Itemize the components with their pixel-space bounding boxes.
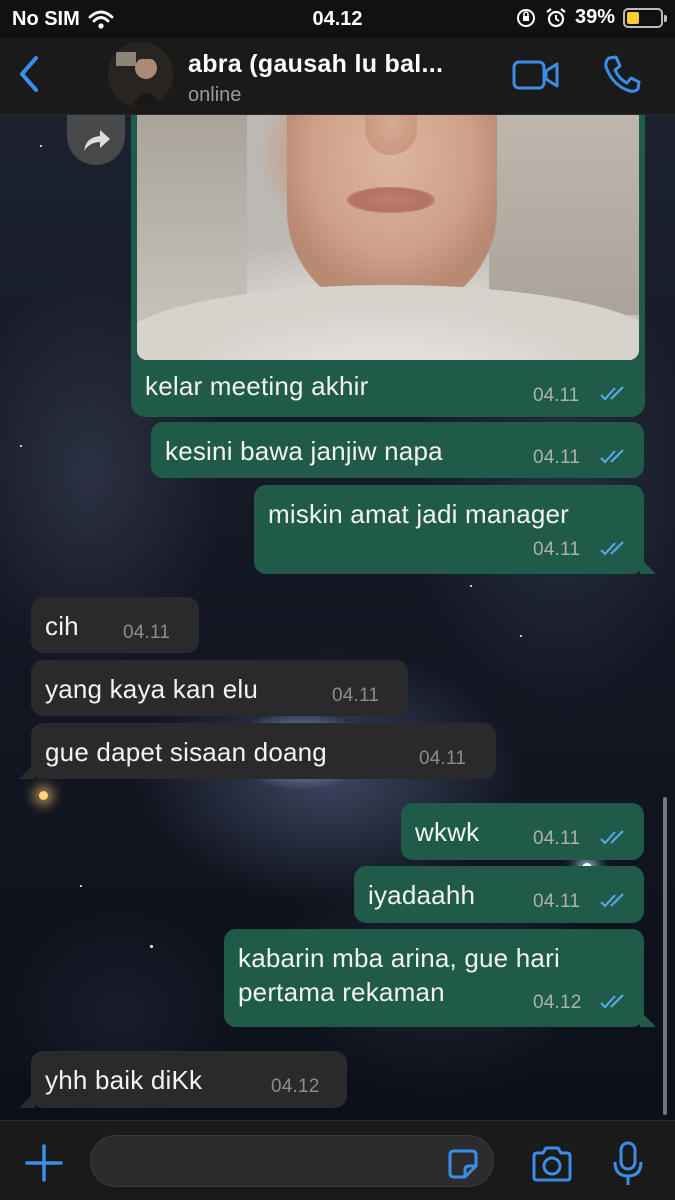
battery-fill: [627, 11, 640, 24]
photo-lips: [347, 187, 435, 213]
message-time: 04.12: [271, 1076, 320, 1097]
double-check-icon: [600, 994, 624, 1009]
outgoing-message[interactable]: kabarin mba arina, gue hari pertama reka…: [224, 929, 656, 1027]
message-composer: [0, 1120, 675, 1200]
wallpaper-star: [40, 145, 42, 147]
avatar[interactable]: [108, 42, 173, 107]
message-text: yang kaya kan elu: [45, 674, 258, 704]
contact-name[interactable]: abra (gausah lu bal...: [188, 50, 443, 79]
contact-status: online: [188, 84, 242, 106]
alarm-icon: [546, 7, 566, 27]
double-check-icon: [600, 541, 624, 556]
wallpaper-star: [20, 445, 22, 447]
status-bar: No SIM 04.12 39%: [0, 0, 675, 38]
battery-nub: [664, 14, 667, 22]
chat-scrollbar[interactable]: [663, 797, 667, 1115]
message-time: 04.11: [419, 748, 467, 769]
wallpaper-star: [520, 635, 522, 637]
avatar-image: [108, 42, 173, 107]
incoming-message[interactable]: gue dapet sisaan doang 04.11: [19, 723, 496, 779]
photo-message[interactable]: kelar meeting akhir 04.11: [131, 115, 645, 417]
message-time: 04.11: [123, 622, 171, 643]
forward-arrow-icon: [84, 130, 110, 151]
camera-icon[interactable]: [530, 1145, 574, 1183]
message-time: 04.11: [533, 447, 581, 468]
battery-percent: 39%: [574, 6, 615, 28]
microphone-icon[interactable]: [612, 1141, 644, 1187]
message-text: wkwk: [415, 817, 480, 847]
video-call-icon[interactable]: [512, 58, 560, 92]
message-time: 04.11: [533, 891, 581, 912]
message-text: miskin amat jadi manager: [268, 499, 570, 529]
outgoing-message[interactable]: kesini bawa janjiw napa 04.11: [151, 422, 644, 478]
message-time: 04.11: [533, 385, 580, 406]
photo-background: [137, 115, 247, 325]
wallpaper-star: [80, 885, 82, 887]
wallpaper-star: [150, 945, 153, 948]
message-text: iyadaahh: [368, 880, 476, 910]
message-time: 04.11: [533, 828, 581, 849]
battery-icon: [623, 7, 667, 28]
incoming-message[interactable]: yang kaya kan elu 04.11: [31, 660, 408, 716]
message-text: kesini bawa janjiw napa: [165, 436, 443, 466]
message-time: 04.12: [533, 992, 582, 1013]
status-bar-right: 39%: [515, 6, 667, 29]
message-text: cih: [45, 611, 79, 641]
photo-caption: kelar meeting akhir: [145, 371, 369, 401]
double-check-icon: [600, 386, 624, 401]
wallpaper-star: [470, 585, 472, 587]
outgoing-message[interactable]: iyadaahh 04.11: [354, 866, 644, 923]
photo-background: [489, 115, 639, 315]
double-check-icon: [600, 893, 624, 908]
message-text: gue dapet sisaan doang: [45, 737, 327, 767]
incoming-message[interactable]: yhh baik diKk 04.12: [19, 1051, 347, 1108]
outgoing-message[interactable]: wkwk 04.11: [401, 803, 644, 860]
forward-button[interactable]: [67, 115, 125, 165]
back-chevron-icon[interactable]: [14, 54, 44, 94]
plus-icon[interactable]: [24, 1143, 64, 1183]
double-check-icon: [600, 449, 624, 464]
message-text: kabarin mba arina, gue hari pertama reka…: [238, 943, 560, 1007]
phone-call-icon[interactable]: [603, 54, 641, 94]
outgoing-message[interactable]: miskin amat jadi manager 04.11: [254, 485, 656, 574]
message-input[interactable]: [90, 1135, 494, 1187]
message-time: 04.11: [332, 685, 380, 706]
message-time: 04.11: [533, 539, 581, 560]
orientation-lock-icon: [516, 8, 535, 27]
double-check-icon: [600, 830, 624, 845]
sticker-icon[interactable]: [446, 1147, 480, 1181]
message-text: yhh baik diKk: [45, 1065, 203, 1095]
photo-image[interactable]: [137, 115, 639, 360]
incoming-message[interactable]: cih 04.11: [31, 597, 199, 653]
wallpaper-star: [39, 791, 48, 800]
chat-header: abra (gausah lu bal... online: [0, 38, 675, 115]
